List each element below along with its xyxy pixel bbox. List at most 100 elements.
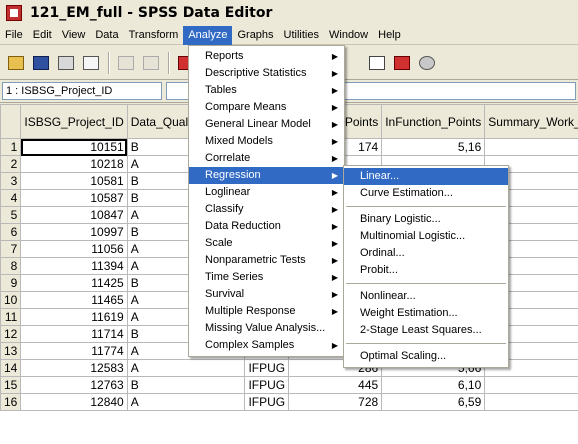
menu-graphs[interactable]: Graphs: [232, 26, 278, 45]
cell-project-id[interactable]: 10218: [20, 155, 128, 173]
table-row[interactable]: 1612840AIFPUG7286,599133: [0, 393, 578, 411]
menu-view[interactable]: View: [57, 26, 91, 45]
menu-item-probit[interactable]: Probit...: [344, 262, 508, 279]
save-button[interactable]: [29, 52, 52, 74]
row-number[interactable]: 5: [0, 206, 22, 224]
menu-item-2-stage-least-squares[interactable]: 2-Stage Least Squares...: [344, 322, 508, 339]
redo-button[interactable]: [139, 52, 162, 74]
cell-function-points[interactable]: 728: [288, 393, 383, 411]
row-number[interactable]: 2: [0, 155, 22, 173]
cell-project-id[interactable]: 11425: [20, 274, 128, 292]
menu-item-loglinear[interactable]: Loglinear ▶: [189, 184, 344, 201]
menu-item-data-reduction[interactable]: Data Reduction ▶: [189, 218, 344, 235]
menu-item-optimal-scaling[interactable]: Optimal Scaling...: [344, 348, 508, 365]
menu-item-ordinal[interactable]: Ordinal...: [344, 245, 508, 262]
menu-item-tables[interactable]: Tables ▶: [189, 82, 344, 99]
menu-window[interactable]: Window: [324, 26, 373, 45]
cell-project-id[interactable]: 10997: [20, 223, 128, 241]
undo-button[interactable]: [114, 52, 137, 74]
cell-count-approach[interactable]: IFPUG: [244, 376, 290, 394]
row-number[interactable]: 12: [0, 325, 22, 343]
menu-item-descriptive-statistics[interactable]: Descriptive Statistics ▶: [189, 65, 344, 82]
cell-project-id[interactable]: 10847: [20, 206, 128, 224]
column-header[interactable]: ISBSG_Project_ID: [20, 104, 128, 139]
menu-item-label: Correlate: [205, 152, 251, 164]
cell-project-id[interactable]: 10581: [20, 172, 128, 190]
row-number[interactable]: 3: [0, 172, 22, 190]
menu-help[interactable]: Help: [373, 26, 406, 45]
cell-work-effort[interactable]: 9133: [484, 393, 578, 411]
cell-count-approach[interactable]: IFPUG: [244, 359, 290, 377]
cell-work-effort[interactable]: 8499: [484, 376, 578, 394]
print-button[interactable]: [54, 52, 77, 74]
cell-project-id[interactable]: 11619: [20, 308, 128, 326]
dialog-recall-button[interactable]: [79, 52, 102, 74]
row-number[interactable]: 9: [0, 274, 22, 292]
row-number[interactable]: 14: [0, 359, 22, 377]
row-number[interactable]: 6: [0, 223, 22, 241]
menu-item-multiple-response[interactable]: Multiple Response ▶: [189, 303, 344, 320]
row-number[interactable]: 8: [0, 257, 22, 275]
cell-project-id[interactable]: 11465: [20, 291, 128, 309]
menu-item-regression[interactable]: Regression ▶: [189, 167, 344, 184]
cell-ln-function-points[interactable]: 6,10: [381, 376, 486, 394]
cell-project-id[interactable]: 12840: [20, 393, 128, 411]
cell-quality-rating[interactable]: B: [126, 376, 246, 394]
cell-ln-function-points[interactable]: 5,16: [381, 138, 486, 156]
row-number[interactable]: 10: [0, 291, 22, 309]
menu-item-linear[interactable]: Linear...: [344, 168, 508, 185]
menu-item-curve-estimation[interactable]: Curve Estimation...: [344, 185, 508, 202]
corner-header[interactable]: [0, 104, 22, 139]
menu-item-nonlinear[interactable]: Nonlinear...: [344, 288, 508, 305]
row-number[interactable]: 4: [0, 189, 22, 207]
column-header[interactable]: InFunction_Points: [381, 104, 486, 139]
row-number[interactable]: 15: [0, 376, 22, 394]
cell-work-effort[interactable]: 1876: [484, 138, 578, 156]
cell-project-id[interactable]: 10587: [20, 189, 128, 207]
menu-edit[interactable]: Edit: [28, 26, 57, 45]
menu-item-classify[interactable]: Classify ▶: [189, 201, 344, 218]
menu-item-nonparametric-tests[interactable]: Nonparametric Tests ▶: [189, 252, 344, 269]
table-row[interactable]: 1512763BIFPUG4456,108499: [0, 376, 578, 394]
menu-item-reports[interactable]: Reports ▶: [189, 48, 344, 65]
menu-analyze[interactable]: Analyze: [183, 25, 233, 45]
menu-item-missing-value-analysis[interactable]: Missing Value Analysis...: [189, 320, 344, 337]
cell-project-id[interactable]: 12763: [20, 376, 128, 394]
row-number[interactable]: 7: [0, 240, 22, 258]
cell-function-points[interactable]: 445: [288, 376, 383, 394]
menu-item-survival[interactable]: Survival ▶: [189, 286, 344, 303]
cell-quality-rating[interactable]: A: [126, 359, 246, 377]
menu-item-mixed-models[interactable]: Mixed Models ▶: [189, 133, 344, 150]
menu-item-complex-samples[interactable]: Complex Samples ▶: [189, 337, 344, 354]
cell-quality-rating[interactable]: A: [126, 393, 246, 411]
use-sets-button[interactable]: [415, 52, 438, 74]
cell-count-approach[interactable]: IFPUG: [244, 393, 290, 411]
menu-data[interactable]: Data: [90, 26, 123, 45]
cell-project-id[interactable]: 11774: [20, 342, 128, 360]
row-number[interactable]: 1: [0, 138, 22, 156]
menu-item-general-linear-model[interactable]: General Linear Model ▶: [189, 116, 344, 133]
value-labels-button[interactable]: [390, 52, 413, 74]
menu-item-compare-means[interactable]: Compare Means ▶: [189, 99, 344, 116]
open-button[interactable]: [4, 52, 27, 74]
select-cases-button[interactable]: [365, 52, 388, 74]
cell-project-id[interactable]: 11714: [20, 325, 128, 343]
menu-item-time-series[interactable]: Time Series ▶: [189, 269, 344, 286]
row-number[interactable]: 16: [0, 393, 22, 411]
menu-item-scale[interactable]: Scale ▶: [189, 235, 344, 252]
column-header[interactable]: Summary_Work_Effort: [484, 104, 578, 139]
cell-project-id[interactable]: 10151: [20, 138, 128, 156]
row-number[interactable]: 13: [0, 342, 22, 360]
menu-utilities[interactable]: Utilities: [279, 26, 324, 45]
menu-item-correlate[interactable]: Correlate ▶: [189, 150, 344, 167]
cell-project-id[interactable]: 11394: [20, 257, 128, 275]
row-number[interactable]: 11: [0, 308, 22, 326]
cell-ln-function-points[interactable]: 6,59: [381, 393, 486, 411]
menu-item-binary-logistic[interactable]: Binary Logistic...: [344, 211, 508, 228]
cell-project-id[interactable]: 12583: [20, 359, 128, 377]
menu-transform[interactable]: Transform: [124, 26, 184, 45]
cell-project-id[interactable]: 11056: [20, 240, 128, 258]
menu-file[interactable]: File: [0, 26, 28, 45]
menu-item-multinomial-logistic[interactable]: Multinomial Logistic...: [344, 228, 508, 245]
menu-item-weight-estimation[interactable]: Weight Estimation...: [344, 305, 508, 322]
